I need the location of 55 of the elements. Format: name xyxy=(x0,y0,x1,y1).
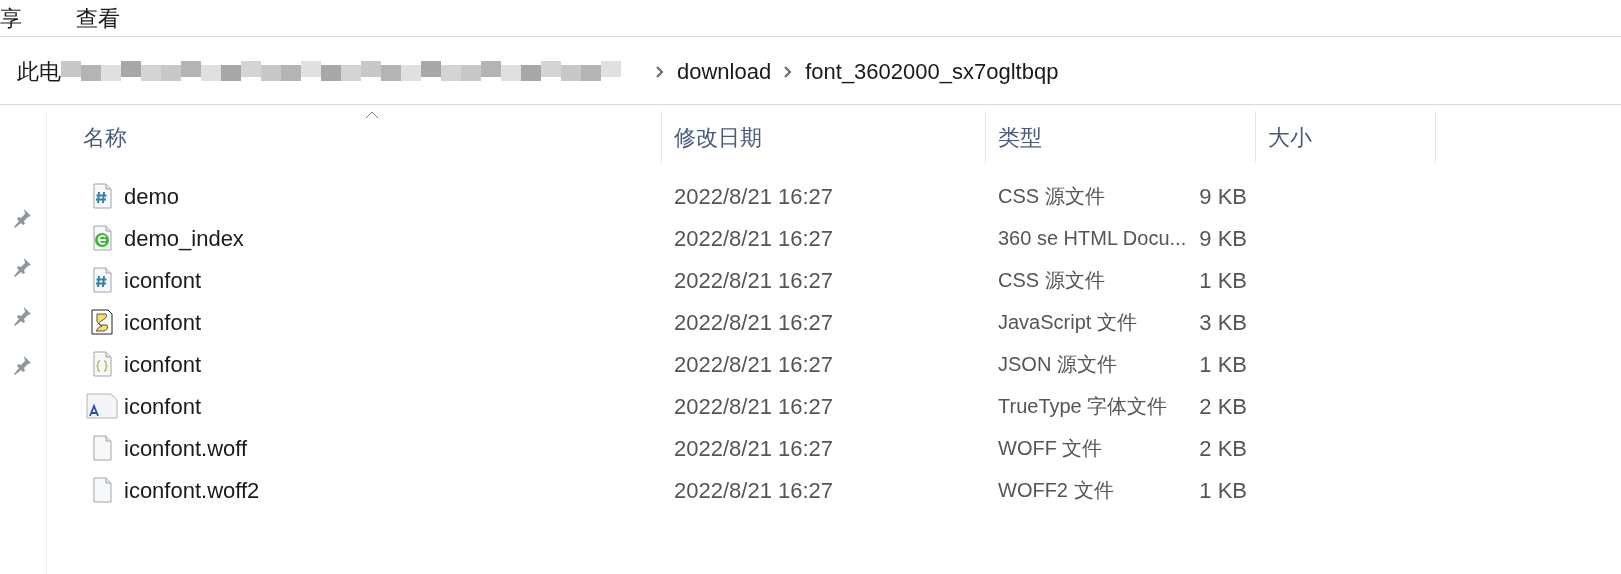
file-type: CSS 源文件 xyxy=(998,185,1105,207)
pin-icon[interactable] xyxy=(13,305,33,327)
file-type: WOFF2 文件 xyxy=(998,479,1114,501)
braces-file-icon xyxy=(91,351,113,377)
hash-file-icon xyxy=(91,183,113,209)
menu-item[interactable]: 享 xyxy=(0,1,76,35)
hash-file-icon xyxy=(91,267,113,293)
file-type: JSON 源文件 xyxy=(998,353,1117,375)
breadcrumb-item[interactable]: 此电 xyxy=(17,55,61,88)
font-file-icon xyxy=(86,393,118,419)
file-name[interactable]: iconfont xyxy=(124,347,202,381)
file-size: 9 KB xyxy=(1199,183,1247,209)
modified-date: 2022/8/21 16:27 xyxy=(674,267,834,293)
menu-item[interactable]: 查看 xyxy=(76,1,152,35)
modified-date: 2022/8/21 16:27 xyxy=(674,435,834,461)
blank-file-icon xyxy=(91,435,113,461)
file-size: 1 KB xyxy=(1199,267,1247,293)
file-name[interactable]: iconfont xyxy=(124,263,202,297)
modified-date: 2022/8/21 16:27 xyxy=(674,309,834,335)
chevron-right-icon xyxy=(655,64,665,79)
chevron-right-icon xyxy=(783,64,794,79)
file-name[interactable]: iconfont xyxy=(124,389,202,423)
file-type: 360 se HTML Docu... xyxy=(998,227,1187,249)
blank-file-icon xyxy=(91,477,113,503)
file-name[interactable]: iconfont xyxy=(124,305,202,339)
file-size: 1 KB xyxy=(1199,477,1247,503)
column-header[interactable]: 大小 xyxy=(1256,111,1436,163)
globe-file-icon xyxy=(91,225,113,251)
file-size: 1 KB xyxy=(1199,351,1247,377)
modified-date: 2022/8/21 16:27 xyxy=(674,183,834,209)
modified-date: 2022/8/21 16:27 xyxy=(674,393,834,419)
modified-date: 2022/8/21 16:27 xyxy=(674,477,834,503)
file-name[interactable]: iconfont.woff xyxy=(124,431,248,465)
pin-icon[interactable] xyxy=(13,207,33,229)
file-type: JavaScript 文件 xyxy=(998,311,1137,333)
file-size: 3 KB xyxy=(1199,309,1247,335)
file-name[interactable]: iconfont.woff2 xyxy=(124,473,260,507)
file-type: CSS 源文件 xyxy=(998,269,1105,291)
breadcrumb-item[interactable]: font_3602000_sx7ogltbqp xyxy=(805,55,1059,88)
column-header[interactable]: 修改日期 xyxy=(662,111,986,163)
scroll-file-icon xyxy=(91,309,113,335)
file-name[interactable]: demo_index xyxy=(124,221,244,255)
pin-icon[interactable] xyxy=(13,354,33,376)
file-size: 2 KB xyxy=(1199,435,1247,461)
file-size: 9 KB xyxy=(1199,225,1247,251)
file-size: 2 KB xyxy=(1199,393,1247,419)
file-type: WOFF 文件 xyxy=(998,437,1103,459)
column-header[interactable]: 名称 xyxy=(0,111,662,163)
modified-date: 2022/8/21 16:27 xyxy=(674,351,834,377)
breadcrumb-item[interactable]: download xyxy=(677,55,772,88)
column-header[interactable]: 类型 xyxy=(986,111,1256,163)
file-type: TrueType 字体文件 xyxy=(998,395,1168,417)
file-name[interactable]: demo xyxy=(124,179,180,213)
modified-date: 2022/8/21 16:27 xyxy=(674,225,834,251)
pin-icon[interactable] xyxy=(13,256,33,278)
